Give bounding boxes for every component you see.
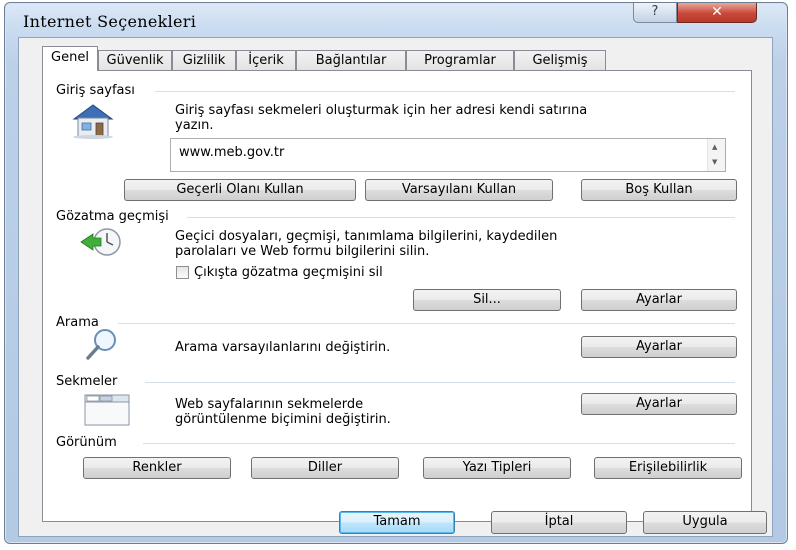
languages-button[interactable]: Diller (251, 457, 399, 479)
search-section-divider (118, 323, 735, 324)
general-tab-panel: Giriş sayfası Giriş sayfası sekmeleri ol… (42, 70, 752, 522)
delete-history-button[interactable]: Sil... (413, 289, 561, 311)
scroll-down-icon[interactable]: ▼ (712, 158, 717, 166)
history-section-divider (187, 217, 735, 218)
dialog-window: Internet Seçenekleri ? ✕ Genel Güvenlik … (4, 2, 788, 544)
tabs-description-line1: Web sayfalarının sekmelerde (175, 397, 364, 412)
home-page-textarea[interactable]: www.meb.gov.tr ▲ ▼ (170, 138, 726, 172)
history-section-heading: Gözatma geçmişi (56, 209, 169, 224)
search-settings-button[interactable]: Ayarlar (581, 336, 737, 358)
tab-icerik[interactable]: İçerik (236, 50, 296, 70)
tab-baglantilar[interactable]: Bağlantılar (296, 50, 406, 70)
colors-button[interactable]: Renkler (83, 457, 231, 479)
tab-gelismis[interactable]: Gelişmiş (514, 50, 606, 70)
history-settings-button[interactable]: Ayarlar (581, 289, 737, 311)
magnifier-icon (85, 327, 119, 361)
use-current-button[interactable]: Geçerli Olanı Kullan (124, 179, 356, 201)
textarea-scrollbar[interactable]: ▲ ▼ (707, 139, 725, 171)
tab-gizlilik[interactable]: Gizlilik (172, 50, 236, 70)
appearance-section-heading: Görünüm (56, 435, 117, 450)
scroll-up-icon[interactable]: ▲ (712, 143, 717, 151)
history-description-line2: parolaları ve Web formu bilgilerini sili… (175, 244, 430, 259)
dialog-client-area: Genel Güvenlik Gizlilik İçerik Bağlantıl… (18, 37, 773, 537)
history-clock-icon (79, 225, 125, 259)
home-page-value: www.meb.gov.tr (179, 145, 285, 160)
fonts-button[interactable]: Yazı Tipleri (423, 457, 571, 479)
house-icon (68, 101, 118, 139)
tab-programlar[interactable]: Programlar (406, 50, 514, 70)
ok-button[interactable]: Tamam (339, 511, 455, 534)
apply-button[interactable]: Uygula (643, 511, 767, 534)
home-section-heading: Giriş sayfası (56, 83, 135, 98)
accessibility-button[interactable]: Erişilebilirlik (594, 457, 742, 479)
delete-on-exit-checkbox[interactable] (176, 266, 189, 279)
history-description-line1: Geçici dosyaları, geçmişi, tanımlama bil… (175, 229, 558, 244)
window-title: Internet Seçenekleri (23, 12, 197, 31)
home-section-divider (155, 91, 735, 92)
appearance-section-divider (143, 443, 735, 444)
home-description-line1: Giriş sayfası sekmeleri oluşturmak için … (175, 103, 588, 118)
tabs-settings-button[interactable]: Ayarlar (581, 393, 737, 415)
title-bar[interactable]: Internet Seçenekleri ? ✕ (5, 3, 787, 35)
use-default-button[interactable]: Varsayılanı Kullan (365, 179, 553, 201)
use-blank-button[interactable]: Boş Kullan (581, 179, 737, 201)
tab-genel[interactable]: Genel (42, 46, 98, 71)
home-description-line2: yazın. (175, 118, 214, 133)
delete-on-exit-label[interactable]: Çıkışta gözatma geçmişini sil (194, 265, 383, 280)
tabs-section-heading: Sekmeler (56, 374, 118, 389)
cancel-button[interactable]: İptal (491, 511, 627, 534)
close-button[interactable]: ✕ (677, 3, 757, 23)
help-button[interactable]: ? (633, 3, 677, 23)
tabbed-window-icon (83, 393, 131, 427)
tabs-description-line2: görüntülenme biçimini değiştirin. (175, 412, 391, 427)
search-description: Arama varsayılanlarını değiştirin. (175, 340, 391, 355)
tab-guvenlik[interactable]: Güvenlik (98, 50, 172, 70)
tabs-section-divider (145, 382, 735, 383)
